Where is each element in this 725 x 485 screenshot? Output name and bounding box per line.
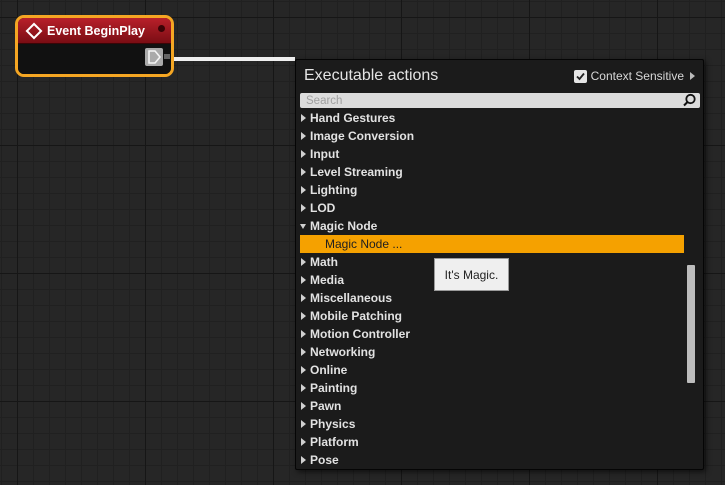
exec-wire: [174, 57, 295, 61]
expand-arrow-icon[interactable]: [301, 402, 306, 410]
list-item-category[interactable]: Image Conversion: [300, 127, 684, 145]
expand-arrow-icon[interactable]: [301, 384, 306, 392]
list-item-category[interactable]: Online: [300, 361, 684, 379]
tooltip-text: It's Magic.: [444, 267, 499, 282]
list-item-category[interactable]: Physics: [300, 415, 684, 433]
expand-arrow-icon[interactable]: [301, 438, 306, 446]
list-item-category[interactable]: Pawn: [300, 397, 684, 415]
menu-title: Executable actions: [304, 67, 439, 84]
expand-arrow-icon[interactable]: [301, 456, 306, 464]
event-beginplay-node[interactable]: Event BeginPlay: [15, 15, 174, 77]
expand-arrow-icon[interactable]: [301, 294, 306, 302]
expand-arrow-icon[interactable]: [301, 150, 306, 158]
exec-output-pin-icon[interactable]: [145, 48, 163, 66]
expand-arrow-icon[interactable]: [301, 168, 306, 176]
checkmark-icon: [575, 72, 585, 80]
list-item-category[interactable]: Pose: [300, 451, 684, 469]
event-diamond-icon: [25, 22, 43, 39]
scrollbar-thumb[interactable]: [687, 265, 695, 383]
collapse-arrow-icon[interactable]: [300, 223, 306, 229]
node-title: Event BeginPlay: [47, 23, 145, 38]
node-status-dot-icon: [158, 25, 165, 32]
search-icon[interactable]: [682, 93, 697, 113]
list-item-category[interactable]: Input: [300, 145, 684, 163]
expand-arrow-icon[interactable]: [301, 132, 306, 140]
list-item-category[interactable]: Motion Controller: [300, 325, 684, 343]
node-header[interactable]: Event BeginPlay: [18, 18, 171, 44]
list-item-magic-node-selected[interactable]: Magic Node ...: [300, 235, 684, 253]
tooltip: It's Magic.: [434, 258, 509, 291]
list-item-category[interactable]: Miscellaneous: [300, 289, 684, 307]
expand-arrow-icon[interactable]: [301, 420, 306, 428]
context-sensitive-label: Context Sensitive: [590, 69, 684, 83]
menu-header: Executable actions Context Sensitive: [296, 60, 703, 92]
expand-arrow-icon[interactable]: [301, 330, 306, 338]
expand-arrow-icon[interactable]: [301, 276, 306, 284]
expand-arrow-icon[interactable]: [301, 348, 306, 356]
expand-arrow-icon[interactable]: [301, 258, 306, 266]
list-item-category-expanded[interactable]: Magic Node: [300, 217, 684, 235]
list-item-category[interactable]: Mobile Patching: [300, 307, 684, 325]
context-sensitive-checkbox[interactable]: [573, 69, 587, 83]
expand-arrow-icon[interactable]: [301, 312, 306, 320]
expand-arrow-icon[interactable]: [301, 186, 306, 194]
list-item-category[interactable]: Platform: [300, 433, 684, 451]
search-box[interactable]: [300, 93, 700, 108]
expand-arrow-icon[interactable]: [301, 366, 306, 374]
expand-arrow-icon[interactable]: [301, 204, 306, 212]
node-body: [18, 44, 171, 74]
list-item-category[interactable]: LOD: [300, 199, 684, 217]
expand-arrow-icon[interactable]: [301, 114, 306, 122]
context-sensitive-toggle[interactable]: Context Sensitive: [573, 69, 695, 83]
chevron-right-icon[interactable]: [690, 72, 695, 80]
list-item-category[interactable]: Networking: [300, 343, 684, 361]
search-input[interactable]: [306, 94, 676, 107]
list-item-category[interactable]: Hand Gestures: [300, 109, 684, 127]
list-item-category[interactable]: Level Streaming: [300, 163, 684, 181]
list-item-category[interactable]: Lighting: [300, 181, 684, 199]
pin-connector: [164, 54, 170, 59]
list-item-category[interactable]: Painting: [300, 379, 684, 397]
